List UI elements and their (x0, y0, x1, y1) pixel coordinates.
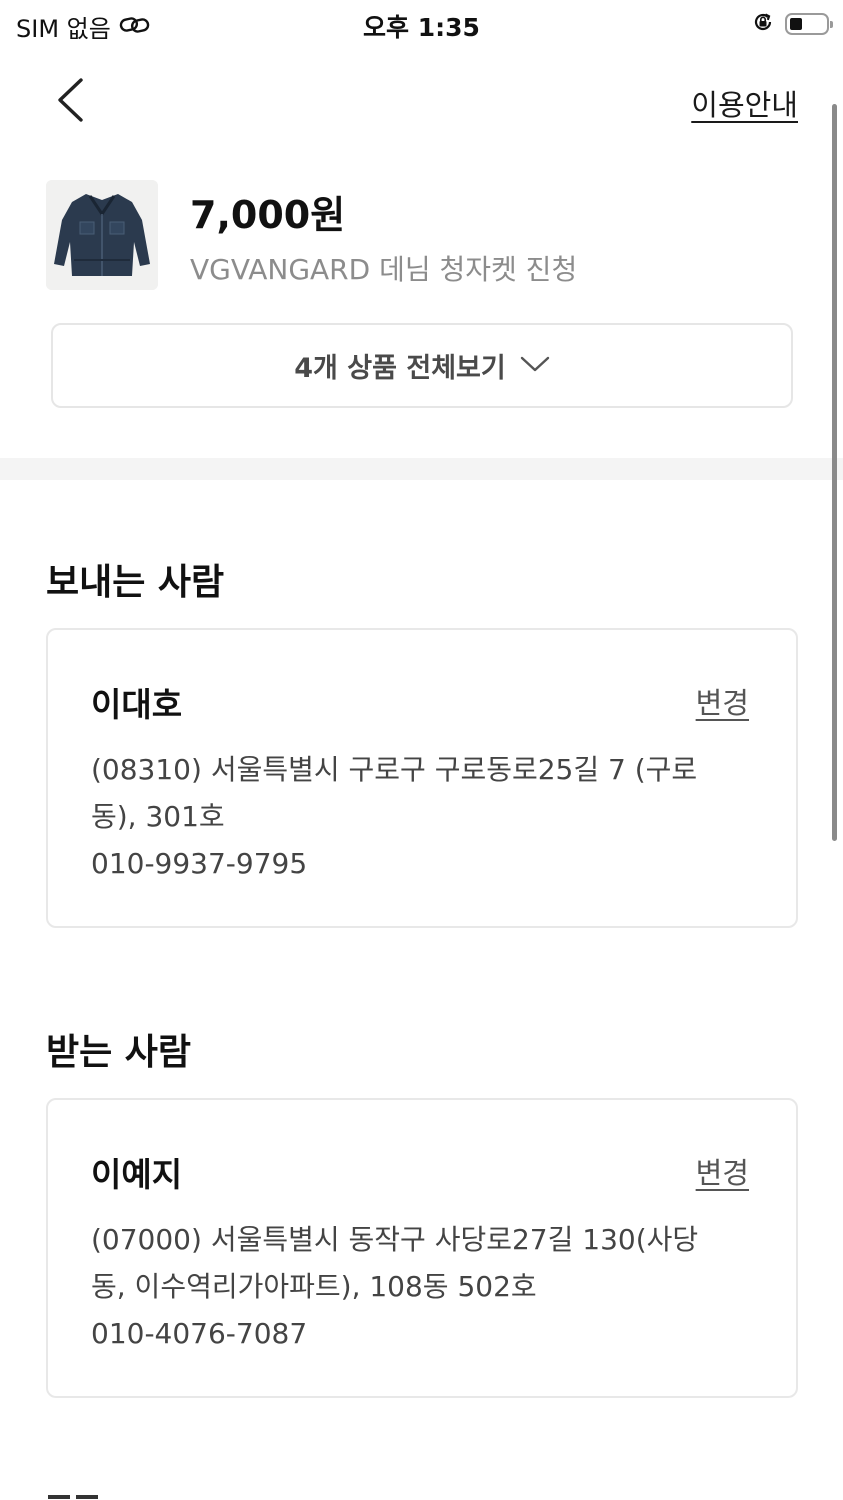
status-right (751, 10, 833, 38)
guide-link[interactable]: 이용안내 (691, 82, 798, 124)
scrollbar[interactable] (832, 104, 837, 841)
sender-card: 이대호 변경 (08310) 서울특별시 구로구 구로동로25길 7 (구로동)… (46, 628, 798, 928)
product-name: VGVANGARD 데님 청자켓 진청 (190, 253, 578, 286)
receiver-address: (07000) 서울특별시 동작구 사당로27길 130(사당동, 이수역리가아… (91, 1223, 699, 1303)
sender-change-button[interactable]: 변경 (696, 680, 749, 722)
chevron-left-icon (48, 78, 98, 132)
receiver-section-title: 받는 사람 (46, 1032, 192, 1073)
denim-jacket-image (46, 180, 158, 290)
product-thumbnail (46, 180, 158, 290)
battery-level (790, 18, 802, 30)
status-bar: SIM 없음 오후 1:35 (0, 0, 843, 48)
battery-icon (785, 13, 833, 35)
section-divider (0, 458, 843, 480)
chevron-down-icon (520, 354, 550, 378)
receiver-change-button[interactable]: 변경 (696, 1150, 749, 1192)
sender-name: 이대호 (91, 685, 183, 724)
back-button[interactable] (48, 72, 98, 128)
receiver-phone: 010-4076-7087 (91, 1317, 308, 1350)
next-section-heading-partial (46, 1486, 106, 1500)
view-all-products-button[interactable]: 4개 상품 전체보기 (51, 323, 793, 408)
view-all-label: 4개 상품 전체보기 (294, 353, 506, 384)
sender-address: (08310) 서울특별시 구로구 구로동로25길 7 (구로동), 301호 (91, 753, 698, 833)
rotation-lock-icon (751, 10, 775, 38)
status-time: 오후 1:35 (363, 13, 480, 42)
product-price: 7,000원 (190, 193, 346, 237)
sender-phone: 010-9937-9795 (91, 847, 308, 880)
receiver-card: 이예지 변경 (07000) 서울특별시 동작구 사당로27길 130(사당동,… (46, 1098, 798, 1398)
sender-section-title: 보내는 사람 (46, 562, 225, 603)
receiver-name: 이예지 (91, 1155, 183, 1194)
